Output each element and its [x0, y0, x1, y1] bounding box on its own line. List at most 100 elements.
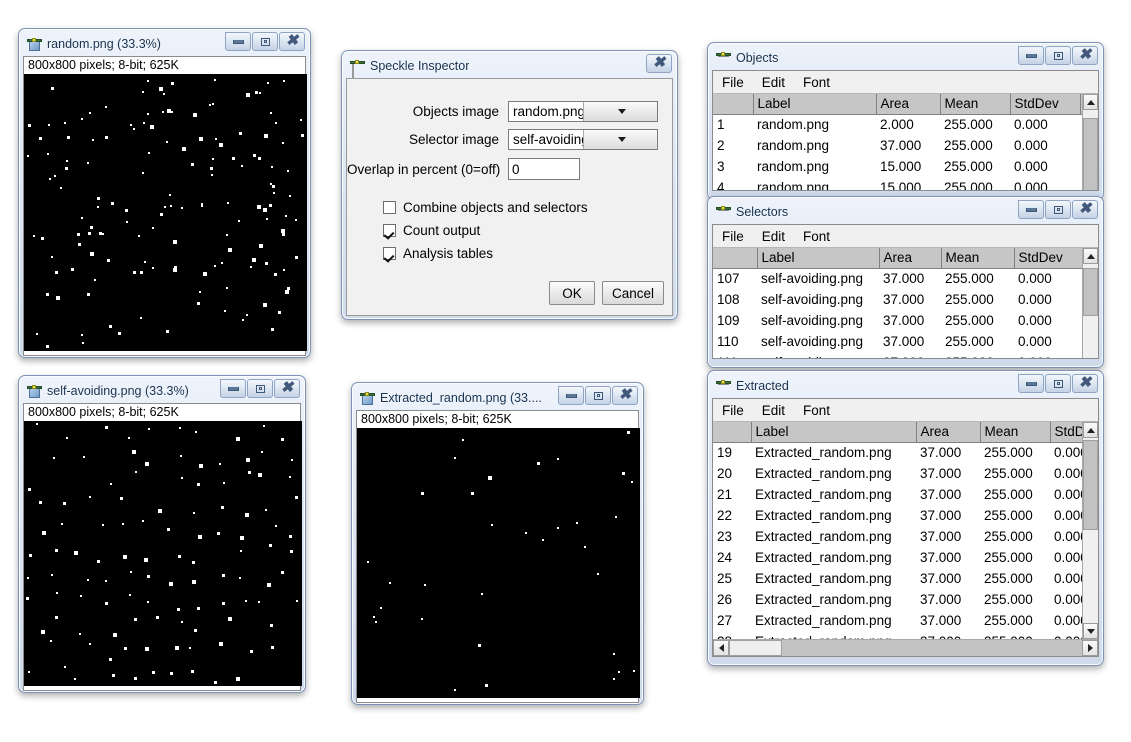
table-row[interactable]: 28Extracted_random.png37.000255.0000.000 — [713, 631, 1098, 639]
menu-font[interactable]: Font — [794, 403, 839, 418]
column-header[interactable]: Mean — [941, 248, 1015, 269]
menu-font[interactable]: Font — [794, 229, 839, 244]
column-header[interactable] — [713, 94, 754, 115]
table-row[interactable]: 108self-avoiding.png37.000255.0000.00025 — [713, 289, 1098, 310]
window-selectors-table[interactable]: Selectors ✖ File Edit Font Label Area Mean… — [707, 196, 1104, 368]
table-row[interactable]: 107self-avoiding.png37.000255.0000.00025 — [713, 268, 1098, 289]
minimize-button[interactable] — [1018, 374, 1044, 393]
menu-edit[interactable]: Edit — [753, 403, 794, 418]
maximize-button[interactable] — [1045, 46, 1071, 65]
image-canvas-self-avoiding[interactable] — [24, 421, 302, 686]
window-self-avoiding-image[interactable]: self-avoiding.png (33.3%) ✖ 800x800 pixe… — [18, 375, 306, 693]
table-row[interactable]: 23 Extracted_random.png 37.000 255.000 0.000 — [713, 526, 1098, 547]
scroll-up-button[interactable] — [1083, 422, 1098, 438]
table-row[interactable]: 26 Extracted_random.png 37.000 255.000 0.000 — [713, 589, 1098, 610]
table-row[interactable]: 4random.png15.000255.0000.000255.000 — [713, 177, 1098, 190]
close-button[interactable]: ✖ — [646, 54, 672, 73]
maximize-button[interactable] — [252, 32, 278, 51]
chevron-down-icon[interactable] — [582, 102, 657, 121]
minimize-button[interactable] — [1018, 46, 1044, 65]
table-row[interactable]: 109self-avoiding.png37.000255.0000.00025 — [713, 310, 1098, 331]
extracted-results-table[interactable]: Label Area Mean StdDev 19 Extracted_random.pn… — [713, 422, 1098, 639]
maximize-button[interactable] — [1045, 200, 1071, 219]
selector-image-combobox[interactable]: self-avoiding.png — [508, 129, 658, 150]
window-random-image[interactable]: random.png (33.3%) ✖ 800x800 pixels; 8-b… — [18, 28, 311, 358]
minimize-button[interactable] — [558, 386, 584, 405]
column-header[interactable]: StdDev — [1014, 248, 1085, 269]
selectors-table-scroll-area[interactable]: LabelAreaMeanStdDevMo107self-avoiding.pn… — [713, 248, 1098, 358]
scroll-right-button[interactable] — [1082, 640, 1098, 656]
window-extracted-table[interactable]: Extracted ✖ File Edit Font Label Area Mean… — [707, 370, 1104, 666]
minimize-button[interactable] — [220, 379, 246, 398]
table-row[interactable]: 19 Extracted_random.png 37.000 255.000 0.000 — [713, 442, 1098, 463]
table-row[interactable]: 24 Extracted_random.png 37.000 255.000 0.000 — [713, 547, 1098, 568]
menu-file[interactable]: File — [713, 75, 753, 90]
titlebar-extracted-table[interactable]: Extracted ✖ — [712, 374, 1099, 397]
scroll-up-button[interactable] — [1083, 94, 1098, 110]
menu-edit[interactable]: Edit — [753, 75, 794, 90]
checkbox-row-combine[interactable]: Combine objects and selectors — [383, 200, 672, 215]
close-button[interactable]: ✖ — [612, 386, 638, 405]
selectors-results-table[interactable]: LabelAreaMeanStdDevMo107self-avoiding.pn… — [713, 248, 1098, 358]
close-button[interactable]: ✖ — [1072, 374, 1098, 393]
menu-file[interactable]: File — [713, 229, 753, 244]
maximize-button[interactable] — [585, 386, 611, 405]
menu-font[interactable]: Font — [794, 75, 839, 90]
window-speckle-inspector[interactable]: Speckle Inspector ✖ Objects image random… — [341, 50, 678, 320]
maximize-button[interactable] — [247, 379, 273, 398]
column-header[interactable]: Label — [753, 94, 877, 115]
titlebar-self-avoiding-image[interactable]: self-avoiding.png (33.3%) ✖ — [23, 379, 301, 402]
objects-scrollbar-thumb[interactable] — [1083, 118, 1098, 190]
scroll-up-button[interactable] — [1083, 248, 1098, 264]
titlebar-speckle-inspector[interactable]: Speckle Inspector ✖ — [346, 54, 673, 78]
cancel-button[interactable]: Cancel — [601, 281, 664, 305]
extracted-vertical-scrollbar[interactable] — [1082, 422, 1098, 639]
scroll-left-button[interactable] — [713, 640, 729, 656]
extracted-hscroll-track[interactable] — [729, 640, 1082, 656]
image-canvas-extracted[interactable] — [357, 428, 640, 698]
objects-image-combobox[interactable]: random.png — [508, 101, 658, 122]
chevron-down-icon[interactable] — [582, 130, 657, 149]
table-row[interactable]: 22 Extracted_random.png 37.000 255.000 0.000 — [713, 505, 1098, 526]
table-row[interactable]: 2random.png37.000255.0000.000255.000 — [713, 135, 1098, 156]
table-row[interactable]: 110self-avoiding.png37.000255.0000.00025 — [713, 331, 1098, 352]
close-button[interactable]: ✖ — [274, 379, 300, 398]
scroll-down-button[interactable] — [1083, 623, 1098, 639]
window-extracted-image[interactable]: Extracted_random.png (33.... ✖ 800x800 p… — [351, 382, 644, 705]
column-header[interactable]: Area — [879, 248, 942, 269]
window-objects-table[interactable]: Objects ✖ File Edit Font Label Area Mean St… — [707, 42, 1104, 200]
column-header[interactable]: Mean — [980, 422, 1051, 443]
selectors-vertical-scrollbar[interactable] — [1082, 248, 1098, 358]
extracted-scrollbar-thumb[interactable] — [1083, 440, 1098, 530]
close-button[interactable]: ✖ — [1072, 200, 1098, 219]
count-output-checkbox[interactable] — [383, 224, 396, 237]
menu-edit[interactable]: Edit — [753, 229, 794, 244]
column-header[interactable]: Area — [916, 422, 981, 443]
overlap-percent-input[interactable]: 0 — [508, 158, 580, 180]
combine-objects-checkbox[interactable] — [383, 201, 396, 214]
checkbox-row-analysis-tables[interactable]: Analysis tables — [383, 246, 672, 261]
column-header[interactable] — [713, 422, 752, 443]
extracted-horizontal-scrollbar[interactable] — [713, 639, 1098, 656]
table-row[interactable]: 3random.png15.000255.0000.000255.000 — [713, 156, 1098, 177]
titlebar-selectors-table[interactable]: Selectors ✖ — [712, 200, 1099, 223]
image-canvas-random[interactable] — [24, 74, 307, 351]
titlebar-extracted-image[interactable]: Extracted_random.png (33.... ✖ — [356, 386, 639, 409]
titlebar-objects-table[interactable]: Objects ✖ — [712, 46, 1099, 69]
column-header[interactable]: Mean — [940, 94, 1011, 115]
extracted-hscroll-thumb[interactable] — [729, 640, 782, 656]
minimize-button[interactable] — [225, 32, 251, 51]
close-button[interactable]: ✖ — [1072, 46, 1098, 65]
column-header[interactable]: Label — [757, 248, 880, 269]
objects-table-scroll-area[interactable]: LabelAreaMeanStdDevMode1random.png2.0002… — [713, 94, 1098, 190]
close-button[interactable]: ✖ — [279, 32, 305, 51]
table-row[interactable]: 20 Extracted_random.png 37.000 255.000 0.000 — [713, 463, 1098, 484]
table-row[interactable]: 25 Extracted_random.png 37.000 255.000 0.000 — [713, 568, 1098, 589]
column-header[interactable] — [713, 248, 758, 269]
table-row[interactable]: 1random.png2.000255.0000.000255.000 — [713, 114, 1098, 135]
table-row[interactable]: 111self-avoiding.png37.000255.0000.00025 — [713, 352, 1098, 358]
analysis-tables-checkbox[interactable] — [383, 247, 396, 260]
column-header[interactable]: StdDev — [1010, 94, 1081, 115]
menu-file[interactable]: File — [713, 403, 753, 418]
selectors-scrollbar-thumb[interactable] — [1083, 268, 1098, 316]
